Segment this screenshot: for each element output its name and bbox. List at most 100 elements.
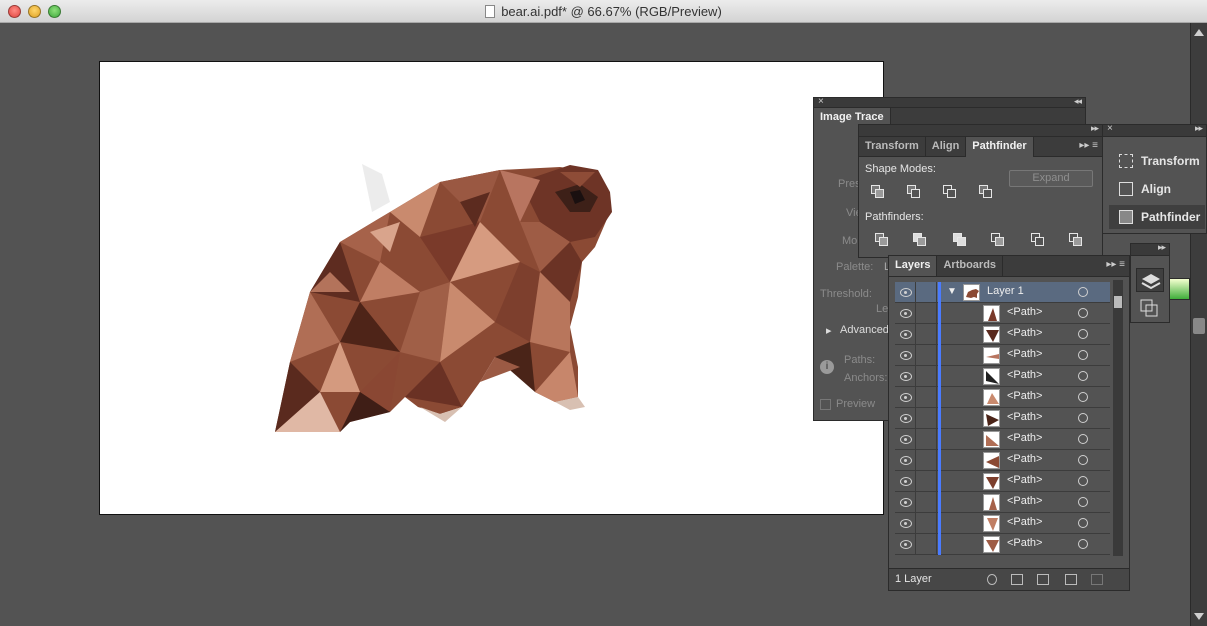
minus-back-icon[interactable]	[1069, 233, 1083, 247]
dock-align[interactable]: Align	[1109, 177, 1205, 201]
merge-icon[interactable]	[953, 233, 967, 247]
path-name[interactable]: <Path>	[1007, 369, 1042, 381]
path-name[interactable]: <Path>	[1007, 474, 1042, 486]
lock-toggle[interactable]	[915, 408, 937, 428]
path-name[interactable]: <Path>	[1007, 327, 1042, 339]
lock-toggle[interactable]	[915, 387, 937, 407]
visibility-eye-icon[interactable]	[897, 411, 915, 425]
path-name[interactable]: <Path>	[1007, 306, 1042, 318]
panel-menu-icon[interactable]: ▸▸ ≡	[1106, 259, 1125, 270]
expand-button[interactable]: Expand	[1009, 170, 1093, 187]
close-panel-icon[interactable]: ×	[1107, 123, 1113, 134]
lock-toggle[interactable]	[915, 324, 937, 344]
path-row[interactable]: <Path>	[895, 366, 1110, 387]
path-row[interactable]: <Path>	[895, 303, 1110, 324]
path-row[interactable]: <Path>	[895, 408, 1110, 429]
path-row[interactable]: <Path>	[895, 387, 1110, 408]
target-circle-icon[interactable]	[1078, 455, 1088, 465]
disclosure-triangle-icon[interactable]: ▼	[947, 286, 957, 297]
expand-panel-icon[interactable]: ▸▸	[1158, 242, 1166, 253]
path-row[interactable]: <Path>	[895, 450, 1110, 471]
target-circle-icon[interactable]	[1078, 371, 1088, 381]
layer-row-layer-1[interactable]: ▼ Layer 1	[895, 282, 1110, 303]
dock-transform[interactable]: Transform	[1109, 149, 1205, 173]
visibility-eye-icon[interactable]	[897, 516, 915, 530]
scroll-down-arrow-icon[interactable]	[1194, 613, 1204, 620]
path-name[interactable]: <Path>	[1007, 411, 1042, 423]
visibility-eye-icon[interactable]	[897, 369, 915, 383]
visibility-eye-icon[interactable]	[897, 390, 915, 404]
target-circle-icon[interactable]	[1078, 539, 1088, 549]
path-name[interactable]: <Path>	[1007, 516, 1042, 528]
lock-toggle[interactable]	[915, 429, 937, 449]
intersect-icon[interactable]	[943, 185, 957, 199]
artboard[interactable]	[99, 61, 884, 515]
visibility-eye-icon[interactable]	[897, 495, 915, 509]
exclude-icon[interactable]	[979, 185, 993, 199]
preview-checkbox[interactable]	[820, 399, 831, 410]
unite-icon[interactable]	[871, 185, 885, 199]
target-circle-icon[interactable]	[1078, 434, 1088, 444]
visibility-eye-icon[interactable]	[897, 432, 915, 446]
visibility-eye-icon[interactable]	[897, 348, 915, 362]
path-row[interactable]: <Path>	[895, 534, 1110, 555]
target-circle-icon[interactable]	[1078, 329, 1088, 339]
target-circle-icon[interactable]	[1078, 413, 1088, 423]
target-circle-icon[interactable]	[1078, 392, 1088, 402]
scroll-up-arrow-icon[interactable]	[1194, 29, 1204, 36]
layers-scrollbar[interactable]	[1113, 280, 1123, 556]
visibility-eye-icon[interactable]	[897, 474, 915, 488]
lock-toggle[interactable]	[915, 492, 937, 512]
bear-artwork[interactable]	[100, 62, 885, 516]
scroll-thumb[interactable]	[1193, 318, 1205, 334]
create-sublayer-icon[interactable]	[1037, 574, 1049, 585]
advanced-label[interactable]: Advanced	[840, 324, 889, 336]
delete-trash-icon[interactable]	[1091, 574, 1103, 585]
panel-grip[interactable]: ▸▸	[1131, 242, 1169, 256]
collapse-panel-icon[interactable]: ▸▸	[1091, 123, 1099, 134]
layers-dock-icon[interactable]	[1136, 268, 1164, 292]
lock-toggle[interactable]	[915, 345, 937, 365]
dock-pathfinder[interactable]: Pathfinder	[1109, 205, 1205, 229]
path-row[interactable]: <Path>	[895, 429, 1110, 450]
path-row[interactable]: <Path>	[895, 492, 1110, 513]
path-row[interactable]: <Path>	[895, 324, 1110, 345]
panel-grip[interactable]: × ◂◂	[814, 96, 1085, 108]
path-row[interactable]: <Path>	[895, 471, 1110, 492]
advanced-toggle-icon[interactable]: ▸	[826, 324, 832, 337]
outline-icon[interactable]	[1031, 233, 1045, 247]
panel-grip[interactable]: × ▸▸	[1103, 123, 1206, 137]
tab-artboards[interactable]: Artboards	[937, 256, 1004, 276]
visibility-eye-icon[interactable]	[897, 537, 915, 551]
tab-transform[interactable]: Transform	[859, 137, 926, 157]
lock-toggle[interactable]	[915, 471, 937, 491]
path-name[interactable]: <Path>	[1007, 432, 1042, 444]
visibility-eye-icon[interactable]	[897, 453, 915, 467]
path-row[interactable]: <Path>	[895, 345, 1110, 366]
path-name[interactable]: <Path>	[1007, 390, 1042, 402]
visibility-eye-icon[interactable]	[897, 306, 915, 320]
create-new-layer-icon[interactable]	[1065, 574, 1077, 585]
lock-toggle[interactable]	[915, 450, 937, 470]
tab-pathfinder[interactable]: Pathfinder	[966, 137, 1034, 157]
target-circle-icon[interactable]	[1078, 497, 1088, 507]
visibility-eye-icon[interactable]	[897, 285, 915, 299]
lock-toggle[interactable]	[915, 303, 937, 323]
path-name[interactable]: <Path>	[1007, 495, 1042, 507]
close-panel-icon[interactable]: ×	[818, 96, 824, 107]
visibility-eye-icon[interactable]	[897, 327, 915, 341]
tab-align[interactable]: Align	[926, 137, 967, 157]
path-name[interactable]: <Path>	[1007, 453, 1042, 465]
tab-layers[interactable]: Layers	[889, 256, 938, 276]
minus-front-icon[interactable]	[907, 185, 921, 199]
path-name[interactable]: <Path>	[1007, 537, 1042, 549]
target-circle-icon[interactable]	[1078, 518, 1088, 528]
panel-grip[interactable]: ▸▸	[859, 123, 1102, 137]
target-circle-icon[interactable]	[1078, 308, 1088, 318]
lock-toggle[interactable]	[915, 513, 937, 533]
collapse-panel-icon[interactable]: ◂◂	[1074, 96, 1082, 107]
artboards-dock-icon[interactable]	[1136, 296, 1164, 320]
lock-toggle[interactable]	[915, 534, 937, 554]
panel-menu-icon[interactable]: ▸▸ ≡	[1079, 140, 1098, 151]
crop-icon[interactable]	[991, 233, 1005, 247]
